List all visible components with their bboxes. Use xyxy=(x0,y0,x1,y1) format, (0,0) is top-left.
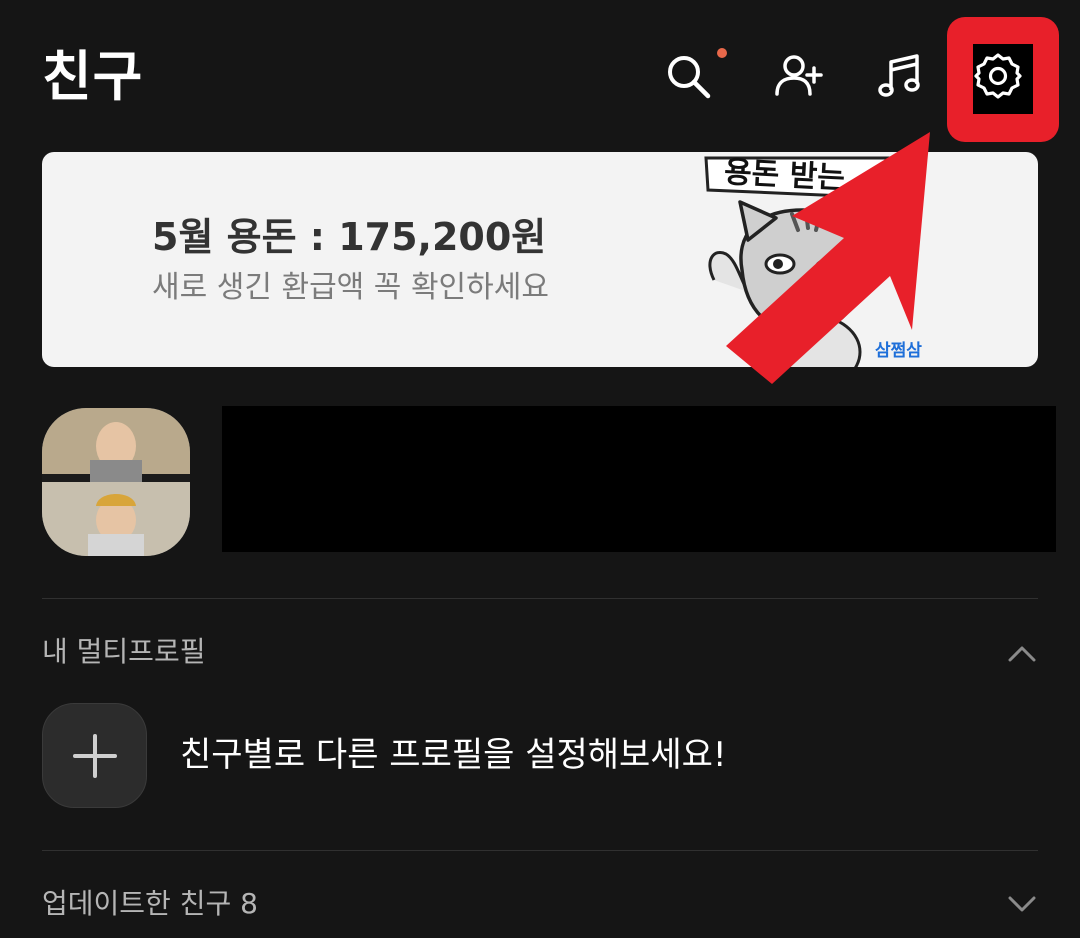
avatar[interactable] xyxy=(42,408,190,556)
banner-subtitle: 새로 생긴 환급액 꼭 확인하세요 xyxy=(152,270,549,305)
bubble-text: 용돈 받는 xyxy=(723,154,846,197)
add-multi-profile-button[interactable] xyxy=(42,703,147,808)
divider xyxy=(42,850,1038,851)
promo-banner[interactable]: 5월 용돈 : 175,200원 새로 생긴 환급액 꼭 확인하세요 용돈 받는… xyxy=(42,152,1038,367)
updated-friends-section-label: 업데이트한 친구 8 xyxy=(42,887,258,920)
music-icon xyxy=(878,54,920,97)
chevron-up-icon[interactable] xyxy=(1004,636,1040,672)
search-button[interactable] xyxy=(652,40,724,112)
banner-logo: 삼쩜삼 xyxy=(875,341,922,361)
search-icon xyxy=(668,56,711,99)
settings-icon xyxy=(974,53,1022,99)
banner-title: 5월 용돈 : 175,200원 xyxy=(152,215,547,259)
music-button[interactable] xyxy=(864,40,936,112)
page-title: 친구 xyxy=(42,45,144,108)
my-profile-redacted[interactable] xyxy=(222,406,1056,552)
multi-profile-section-label: 내 멀티프로필 xyxy=(42,635,206,668)
notification-dot xyxy=(717,48,727,58)
cat-illustration xyxy=(704,156,907,367)
settings-button[interactable] xyxy=(962,40,1034,112)
plus-icon xyxy=(72,733,117,778)
add-friend-icon xyxy=(775,55,823,96)
multi-profile-prompt[interactable]: 친구별로 다른 프로필을 설정해보세요! xyxy=(180,732,727,778)
chevron-down-icon[interactable] xyxy=(1004,886,1040,922)
add-friend-button[interactable] xyxy=(762,40,834,112)
divider xyxy=(42,598,1038,599)
